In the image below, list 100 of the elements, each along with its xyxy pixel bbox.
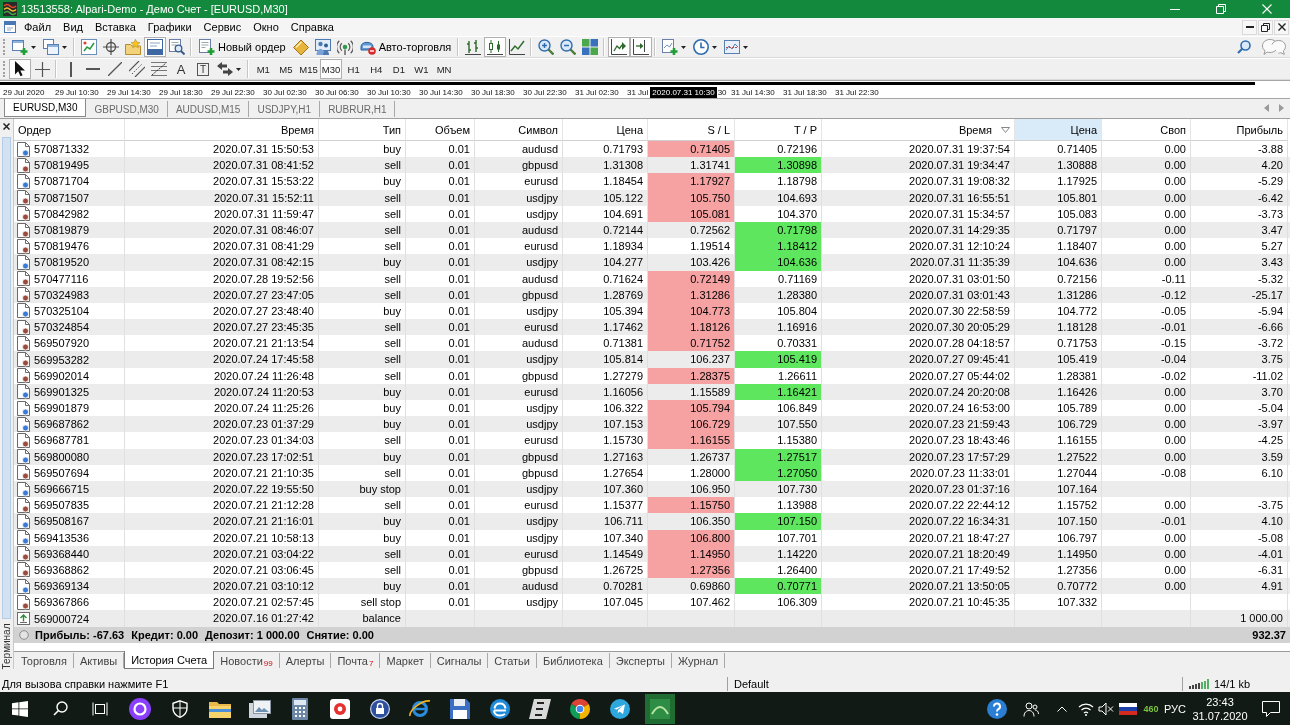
table-cell: 0.01: [406, 383, 475, 400]
timeframe-button[interactable]: M15: [297, 59, 320, 79]
notification-icon[interactable]: [1262, 700, 1280, 717]
paper-plane-icon[interactable]: [610, 698, 630, 719]
auto-trading-button[interactable]: Авто-торговля: [355, 37, 456, 57]
wifi-icon[interactable]: [1078, 701, 1094, 716]
column-header[interactable]: Своп: [1102, 119, 1191, 141]
timeframe-button[interactable]: H1: [342, 59, 365, 79]
flag-icon[interactable]: [1119, 702, 1137, 715]
table-cell: gbpusd: [475, 367, 563, 384]
tab[interactable]: Журнал: [672, 653, 726, 668]
timeframe-button[interactable]: MN: [432, 59, 456, 79]
ring-icon[interactable]: [129, 697, 151, 720]
timeframe-button[interactable]: M5: [274, 59, 298, 79]
toolbar-button[interactable]: [166, 37, 188, 57]
table-cell: sell: [319, 432, 406, 449]
menu-item[interactable]: Графики: [141, 20, 198, 34]
folder-icon[interactable]: [209, 699, 231, 718]
chevron-up-icon[interactable]: [1057, 705, 1067, 712]
browser-icon[interactable]: [570, 698, 590, 719]
menu-item[interactable]: Файл: [18, 20, 58, 34]
clock-time[interactable]: 23:43: [1206, 694, 1234, 709]
tab[interactable]: История Счета: [124, 651, 215, 669]
column-header[interactable]: Цена: [563, 119, 648, 141]
browser-icon[interactable]: [490, 698, 510, 719]
toolbar-button[interactable]: [630, 37, 653, 57]
tab[interactable]: Статьи: [488, 653, 537, 668]
table-cell: -3.97: [1191, 416, 1288, 433]
tab[interactable]: USDJPY,H1: [249, 101, 321, 117]
start-menu-icon[interactable]: [12, 700, 28, 717]
toolbar-button[interactable]: [608, 37, 631, 57]
menu-item[interactable]: Вставка: [88, 20, 142, 34]
calculator-icon[interactable]: [292, 697, 308, 720]
tab[interactable]: Торговля: [15, 653, 74, 668]
language-indicator[interactable]: РУС: [1164, 702, 1186, 715]
toolbar-button[interactable]: [484, 37, 507, 57]
target-icon[interactable]: [330, 698, 350, 719]
table-cell: 0.01: [406, 480, 475, 498]
column-header[interactable]: Символ: [475, 119, 563, 141]
timeframe-button[interactable]: M1: [252, 59, 275, 79]
column-header[interactable]: Ордер: [14, 119, 125, 141]
help-icon[interactable]: [987, 698, 1007, 719]
toolbar-grip[interactable]: [3, 39, 6, 55]
column-header[interactable]: Тип: [319, 119, 406, 141]
task-view-icon[interactable]: [92, 701, 108, 716]
timeframe-button[interactable]: D1: [387, 59, 411, 79]
clock-date[interactable]: 31.07.2020: [1192, 708, 1248, 723]
tray-counter[interactable]: 460: [1143, 703, 1159, 714]
tab[interactable]: GBPUSD,M30: [86, 101, 168, 117]
table-cell: 106.711: [563, 513, 648, 530]
close-button[interactable]: [1274, 19, 1289, 35]
tab[interactable]: Эксперты: [609, 653, 673, 668]
column-header[interactable]: Прибыль: [1191, 119, 1288, 141]
people-icon[interactable]: [1023, 700, 1039, 717]
minimize-button[interactable]: [1242, 19, 1257, 35]
column-header[interactable]: T / P: [735, 119, 822, 141]
menu-item[interactable]: Окно: [247, 20, 285, 34]
column-header[interactable]: Цена: [1015, 119, 1102, 141]
shield-icon[interactable]: [172, 699, 188, 718]
tab[interactable]: RUBRUR,H1: [320, 101, 396, 117]
grip-bar[interactable]: [2, 137, 11, 619]
toolbar-button[interactable]: [126, 59, 148, 79]
app-tile-icon[interactable]: [645, 693, 675, 724]
table-cell: 1.18128: [1015, 319, 1102, 336]
menu-item[interactable]: Справка: [284, 20, 340, 34]
pictures-icon[interactable]: [249, 699, 271, 718]
tab[interactable]: Маркет: [380, 653, 431, 668]
line-chart-icon: [509, 39, 526, 55]
lock-icon[interactable]: [370, 698, 390, 719]
menu-item[interactable]: Вид: [57, 20, 89, 34]
text-tool-button[interactable]: A: [170, 59, 192, 79]
table-cell: 1.31286: [1015, 286, 1102, 303]
timeframe-button[interactable]: H4: [364, 59, 388, 79]
column-header[interactable]: Время: [822, 119, 1015, 141]
browser-icon[interactable]: [409, 698, 431, 719]
timeframe-button[interactable]: M30: [319, 59, 343, 79]
tab[interactable]: Алерты: [279, 653, 332, 668]
horizontal-lines-icon: [151, 62, 167, 76]
search-icon[interactable]: [52, 701, 68, 716]
column-header[interactable]: Объем: [406, 119, 475, 141]
close-icon: [1277, 23, 1286, 31]
window-icon[interactable]: [4, 21, 16, 33]
close-icon[interactable]: [3, 123, 10, 130]
tab[interactable]: AUDUSD,M15: [167, 101, 250, 117]
tab[interactable]: Библиотека: [536, 653, 610, 668]
tab[interactable]: Сигналы: [430, 653, 489, 668]
speaker-muted-icon[interactable]: [1098, 701, 1114, 716]
restore-button[interactable]: [1258, 19, 1273, 35]
toolbar-button[interactable]: [100, 37, 122, 57]
label-tool-button[interactable]: T: [192, 59, 214, 79]
toolbar-button[interactable]: [9, 59, 31, 79]
tab[interactable]: EURUSD,M30: [4, 99, 87, 117]
toolbar-grip[interactable]: [3, 61, 6, 77]
caret-icon: [236, 67, 241, 71]
table-cell: 0.01: [406, 529, 475, 546]
menu-item[interactable]: Сервис: [197, 20, 248, 34]
timeframe-button[interactable]: W1: [410, 59, 433, 79]
new-order-button[interactable]: Новый ордер: [195, 37, 290, 57]
column-header[interactable]: Время: [125, 119, 319, 141]
app-icon[interactable]: [529, 698, 551, 719]
